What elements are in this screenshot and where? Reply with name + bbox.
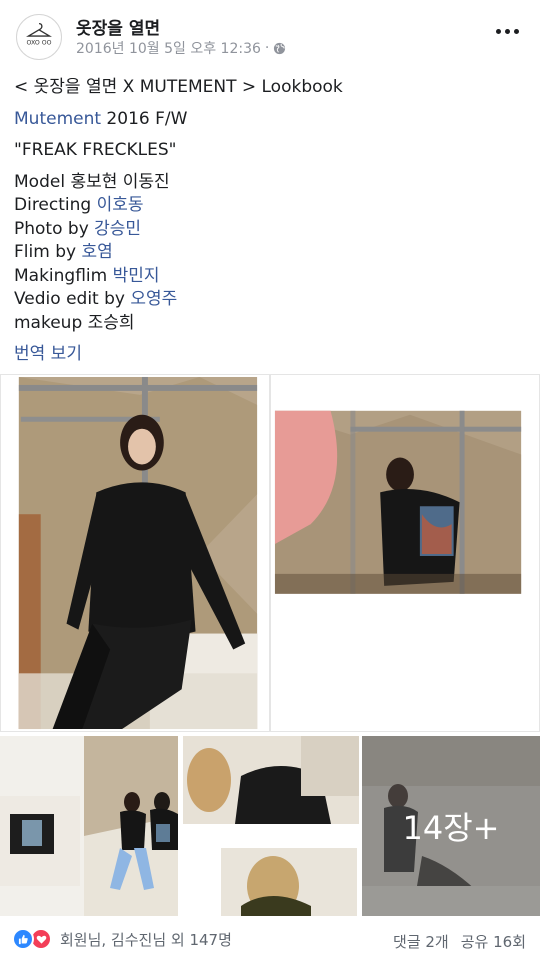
- photo-4[interactable]: [181, 736, 359, 916]
- photo-link[interactable]: 강승민: [94, 219, 141, 239]
- like-reaction-icon: [12, 928, 34, 950]
- photo-2[interactable]: [270, 374, 540, 732]
- model-line: Model 홍보현 이동진: [14, 171, 170, 192]
- meta-separator: ·: [264, 40, 270, 56]
- video-link[interactable]: 오영주: [130, 289, 177, 309]
- photo-1[interactable]: [0, 374, 270, 732]
- video-label: Vedio edit by: [14, 289, 131, 309]
- more-photos-count: 14장+: [402, 809, 500, 847]
- making-line: Makingflim 박민지: [14, 265, 526, 289]
- lookbook-photo-seated-model: [18, 376, 258, 730]
- post-text: < 옷장을 열면 X MUTEMENT > Lookbook Mutement …: [14, 76, 526, 367]
- flim-label: Flim by: [14, 242, 82, 262]
- flim-line: Flim by 호염: [14, 241, 526, 265]
- video-line: Vedio edit by 오영주: [14, 288, 526, 312]
- lookbook-photo-closeups: [181, 736, 359, 916]
- post-meta: 2016년 10월 5일 오후 12:36 ·: [76, 38, 286, 58]
- lookbook-photo-scaffold-model: [271, 375, 539, 731]
- directing-link[interactable]: 이호동: [97, 195, 144, 215]
- reactors-text: 회원님, 김수진님 외 147명: [60, 930, 232, 949]
- photo-label: Photo by: [14, 218, 95, 239]
- post-timestamp[interactable]: 2016년 10월 5일 오후 12:36: [76, 38, 261, 58]
- comments-count[interactable]: 댓글 2개: [393, 931, 449, 952]
- post-title-line: < 옷장을 열면 X MUTEMENT > Lookbook: [14, 77, 343, 97]
- more-options-icon[interactable]: [496, 24, 522, 38]
- photo-3[interactable]: [0, 736, 178, 916]
- brand-line: Mutement 2016 F/W: [14, 108, 526, 132]
- shares-count[interactable]: 공유 16회: [461, 931, 526, 952]
- logo-text: OXO OO: [27, 40, 52, 47]
- post-header: OXO OO 옷장을 열면 2016년 10월 5일 오후 12:36 ·: [0, 0, 540, 72]
- quote-line: "FREAK FRECKLES": [14, 140, 177, 160]
- flim-link[interactable]: 호염: [81, 242, 112, 262]
- photo-line: Photo by 강승민: [14, 218, 526, 242]
- hanger-logo-icon: OXO OO: [26, 22, 52, 47]
- page-name[interactable]: 옷장을 열면: [76, 14, 160, 39]
- reactions-summary[interactable]: 회원님, 김수진님 외 147명: [12, 928, 232, 950]
- engagement-counts: 댓글 2개 공유 16회: [393, 931, 526, 952]
- post-footer: 회원님, 김수진님 외 147명 댓글 2개 공유 16회: [0, 920, 540, 960]
- making-label: Makingflim: [14, 265, 113, 286]
- directing-label: Directing: [14, 195, 97, 215]
- season-text: 2016 F/W: [101, 108, 188, 129]
- brand-link[interactable]: Mutement: [14, 109, 101, 129]
- globe-icon: [274, 42, 286, 54]
- photo-5[interactable]: 14장+: [362, 736, 540, 916]
- page-avatar[interactable]: OXO OO: [16, 14, 62, 60]
- directing-line: Directing 이호동: [14, 194, 526, 218]
- lookbook-photo-duo: [0, 736, 178, 916]
- photo-grid: 14장+: [0, 374, 540, 916]
- makeup-line: makeup 조승희: [14, 312, 135, 333]
- translate-link[interactable]: 번역 보기: [14, 343, 526, 367]
- making-link[interactable]: 박민지: [113, 266, 160, 286]
- more-photos-overlay[interactable]: 14장+: [362, 736, 540, 916]
